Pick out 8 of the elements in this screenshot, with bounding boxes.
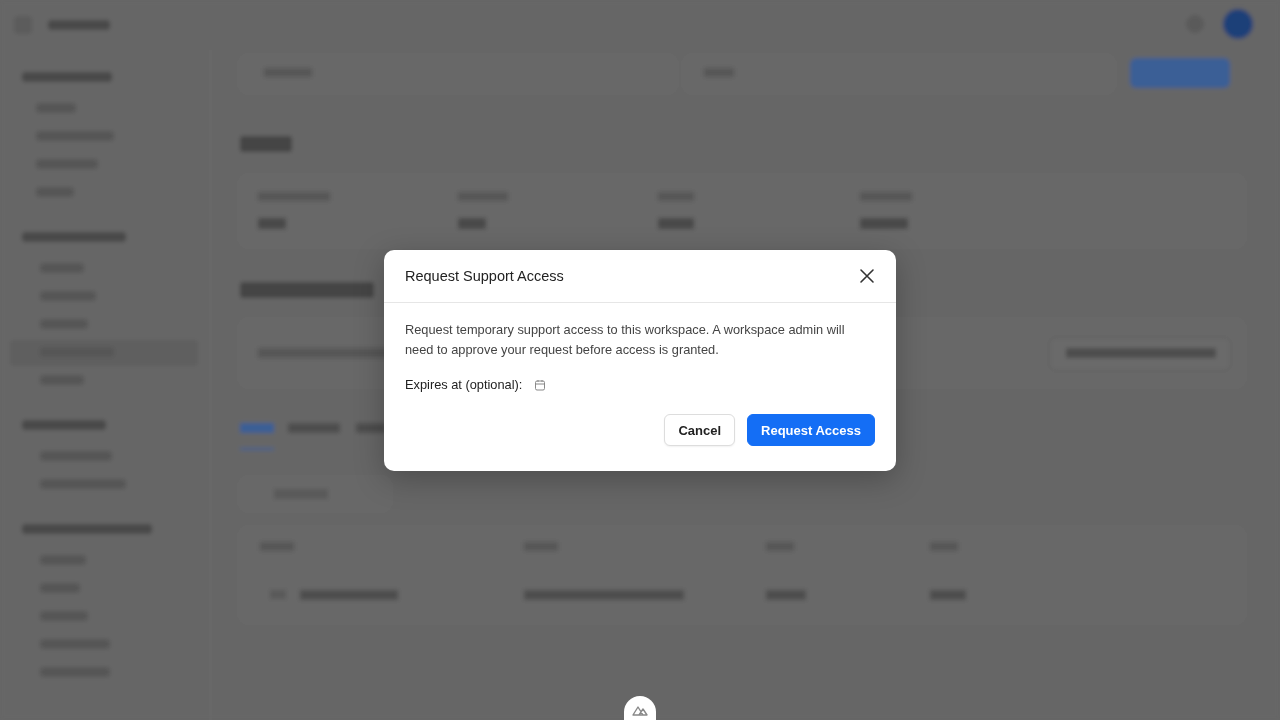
logo-badge-icon[interactable] [624, 696, 656, 720]
calendar-icon[interactable] [534, 378, 547, 391]
request-access-button[interactable]: Request Access [747, 414, 875, 446]
close-icon[interactable] [858, 267, 876, 285]
dialog-title: Request Support Access [405, 268, 564, 284]
dialog-description: Request temporary support access to this workspace. A workspace admin will need to approve your request before access is granted. [405, 321, 846, 359]
field-label: Expires at (optional): [405, 377, 523, 392]
cancel-button[interactable]: Cancel [664, 414, 736, 446]
